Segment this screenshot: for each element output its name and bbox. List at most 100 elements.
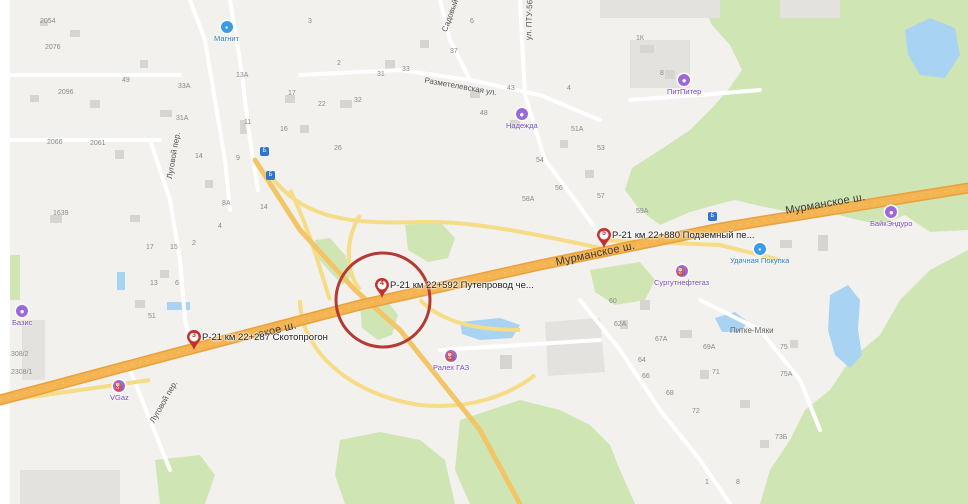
house-number: 31А (176, 115, 189, 122)
house-number: 32 (354, 97, 362, 104)
house-number: 43 (507, 85, 515, 92)
house-number: 33 (402, 66, 410, 73)
house-number: 57 (597, 193, 605, 200)
camera-number: 3 (192, 332, 196, 339)
house-number: 31 (377, 71, 385, 78)
map-view[interactable]: ское ш. Мурманское ш. Мурманское ш. Разм… (0, 0, 968, 504)
house-number: 75А (780, 371, 793, 378)
camera-number: 5 (602, 230, 606, 237)
house-number: 2308/1 (11, 369, 33, 376)
area-pitke-myaki: Питке-Мяки (730, 326, 774, 335)
house-number: 1К (636, 35, 644, 42)
fuel-icon: ⛽ (445, 350, 458, 362)
house-number: 67А (655, 336, 668, 343)
house-number: 2096 (58, 89, 74, 96)
house-number: 17 (146, 244, 154, 251)
house-number: 2066 (47, 139, 63, 146)
house-number: 37 (450, 48, 458, 55)
poi-bazis[interactable]: ● Базис (12, 305, 32, 327)
house-number: 68 (666, 390, 674, 397)
poi-name: Надежда (506, 121, 538, 130)
house-number: 59А (636, 208, 649, 215)
house-number: 72 (692, 408, 700, 415)
house-number: 51А (571, 126, 584, 133)
poi-name: Магнит (214, 34, 240, 43)
poi-ralex-gaz[interactable]: ⛽ Ралех ГАЗ (433, 350, 469, 372)
camera-marker-5[interactable]: 5 Р-21 км 22+880 Подземный пе... (597, 228, 755, 248)
fuel-icon: ⛽ (113, 380, 126, 392)
house-number: 69А (703, 344, 716, 351)
map-pin-icon: 4 (375, 278, 389, 298)
camera-marker-3[interactable]: 3 Р-21 км 22+287 Скотопрогон (187, 330, 328, 350)
house-number: 8 (660, 70, 664, 77)
motorcycle-icon: ● (885, 206, 898, 218)
poi-name: Удачная Покупка (730, 256, 790, 265)
house-number: 33А (178, 83, 191, 90)
house-number: 56 (555, 185, 563, 192)
house-number: 2076 (45, 44, 61, 51)
house-number: 16 (280, 126, 288, 133)
house-number: 14 (195, 153, 203, 160)
house-number: 75 (780, 344, 788, 351)
house-number: 13 (150, 280, 158, 287)
poi-magnit[interactable]: ▪ Магнит (214, 21, 239, 43)
house-number: 73Б (775, 434, 788, 441)
house-number: 51 (148, 313, 156, 320)
poi-pitpiter[interactable]: ● ПитПитер (667, 74, 701, 96)
shop-icon: ● (515, 108, 528, 120)
house-number: 48 (480, 110, 488, 117)
house-number: 58А (522, 196, 535, 203)
house-number: 62А (614, 321, 627, 328)
house-number: 8А (222, 200, 231, 207)
house-number: 60 (609, 298, 617, 305)
shop-icon: ● (16, 305, 29, 317)
poi-name: БайкЭндуро (870, 219, 913, 228)
camera-marker-4[interactable]: 4 Р-21 км 22+592 Путепровод че... (375, 278, 534, 298)
house-number: 13А (236, 72, 249, 79)
poi-nadezhda[interactable]: ● Надежда (506, 108, 538, 130)
house-number: 53 (597, 145, 605, 152)
house-number: 8 (736, 479, 740, 486)
house-number: 6 (175, 280, 179, 287)
camera-label: Р-21 км 22+592 Путепровод че... (390, 280, 534, 291)
fuel-icon: ⛽ (675, 265, 688, 277)
street-pttv: ул. ПТУ-56 (524, 0, 535, 41)
bus-stop-icon[interactable]: Б (260, 147, 269, 156)
house-number: 49 (122, 77, 130, 84)
poi-vgaz[interactable]: ⛽ VGaz (110, 380, 129, 402)
house-number: 64 (638, 357, 646, 364)
map-pin-icon: 5 (597, 228, 611, 248)
camera-label: Р-21 км 22+880 Подземный пе... (612, 230, 755, 241)
poi-name: Базис (12, 318, 33, 327)
poi-name: Ралех ГАЗ (433, 363, 470, 372)
bus-stop-icon[interactable]: Б (266, 171, 275, 180)
shopping-bag-icon: ▪ (220, 21, 233, 33)
house-number: 9 (236, 155, 240, 162)
house-number: 54 (536, 157, 544, 164)
shopping-bag-icon: ▪ (753, 243, 766, 255)
bus-stop-icon[interactable]: Б (708, 212, 717, 221)
house-number: 6 (470, 18, 474, 25)
house-number: 4 (567, 85, 571, 92)
house-number: 26 (334, 145, 342, 152)
house-number: 4 (218, 223, 222, 230)
poi-surgutneftegaz[interactable]: ⛽ Сургутнефтегаз (654, 265, 709, 287)
map-canvas[interactable] (0, 0, 968, 504)
house-number: 14 (260, 204, 268, 211)
house-number: 2 (192, 240, 196, 247)
house-number: 71 (712, 369, 720, 376)
house-number: 1 (705, 479, 709, 486)
poi-bayk-enduro[interactable]: ● БайкЭндуро (870, 206, 912, 228)
house-number: 3 (308, 18, 312, 25)
shop-icon: ● (678, 74, 691, 86)
house-number: 2054 (40, 18, 56, 25)
poi-name: Сургутнефтегаз (654, 278, 710, 287)
house-number: 22 (318, 101, 326, 108)
camera-number: 4 (380, 280, 384, 287)
house-number: 17 (288, 90, 296, 97)
house-number: 2 (337, 60, 341, 67)
house-number: 66 (642, 373, 650, 380)
poi-name: VGaz (110, 393, 129, 402)
camera-label: Р-21 км 22+287 Скотопрогон (202, 332, 328, 343)
house-number: 1639 (53, 210, 69, 217)
